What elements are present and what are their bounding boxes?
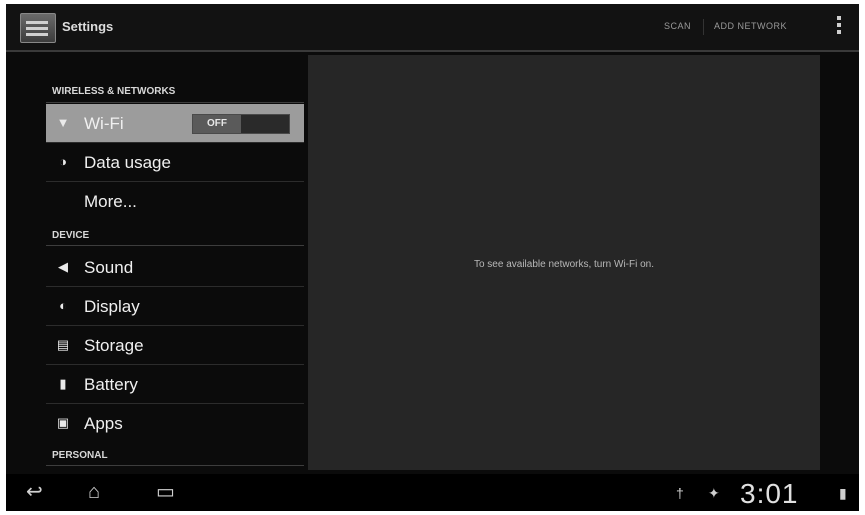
wifi-off-message: To see available networks, turn Wi-Fi on… xyxy=(473,259,655,270)
scan-button[interactable]: SCAN xyxy=(664,21,691,31)
settings-list: WIRELESS & NETWORKS ▼ Wi-Fi OFF ◑ Data u… xyxy=(6,52,308,470)
wifi-toggle-state: OFF xyxy=(193,115,241,133)
home-icon[interactable]: ⌂ xyxy=(88,482,100,502)
settings-item-label: Wi-Fi xyxy=(84,114,124,133)
settings-item-wifi[interactable]: ▼ Wi-Fi OFF xyxy=(46,104,304,142)
tablet-screen: Settings SCAN ADD NETWORK WIRELESS & NET… xyxy=(6,4,859,511)
wifi-detail-pane: To see available networks, turn Wi-Fi on… xyxy=(308,55,820,470)
display-icon: ◐ xyxy=(59,298,67,313)
settings-item-more[interactable]: More... xyxy=(46,182,304,220)
section-divider xyxy=(46,245,304,246)
storage-icon: ▤ xyxy=(56,337,70,352)
speaker-icon: ◀ xyxy=(58,259,68,274)
recent-apps-icon[interactable]: ▭ xyxy=(156,482,175,502)
settings-item-label: Data usage xyxy=(84,153,171,172)
settings-item-label: Sound xyxy=(84,258,134,277)
settings-app-icon[interactable] xyxy=(20,13,56,43)
section-divider xyxy=(46,465,304,466)
wifi-toggle[interactable]: OFF xyxy=(192,114,290,134)
section-header-device: DEVICE xyxy=(52,230,90,241)
battery-icon: ▮ xyxy=(59,376,67,391)
section-header-personal: PERSONAL xyxy=(52,450,108,461)
settings-item-label: Storage xyxy=(84,336,144,355)
settings-item-label: Apps xyxy=(84,414,123,433)
app-title: Settings xyxy=(62,19,114,34)
wifi-icon: ▼ xyxy=(56,115,70,130)
battery-status-icon: ▮ xyxy=(839,485,847,501)
section-divider xyxy=(46,102,304,103)
action-separator xyxy=(703,19,704,35)
settings-item-label: More... xyxy=(84,192,137,211)
settings-item-label: Battery xyxy=(84,375,138,394)
navigation-bar: ↩ ⌂ ▭ † ✦ 3:01 ▮ xyxy=(6,474,859,511)
debug-icon: ✦ xyxy=(708,485,720,501)
apps-icon: ▣ xyxy=(56,415,70,430)
settings-item-storage[interactable]: ▤ Storage xyxy=(46,326,304,364)
action-bar: Settings SCAN ADD NETWORK xyxy=(6,4,859,52)
data-usage-icon: ◑ xyxy=(59,154,67,169)
add-network-button[interactable]: ADD NETWORK xyxy=(714,21,787,31)
usb-icon: † xyxy=(676,485,684,501)
settings-item-display[interactable]: ◐ Display xyxy=(46,287,304,325)
settings-item-battery[interactable]: ▮ Battery xyxy=(46,365,304,403)
settings-item-label: Display xyxy=(84,297,140,316)
overflow-menu-icon[interactable] xyxy=(836,16,842,38)
settings-item-sound[interactable]: ◀ Sound xyxy=(46,248,304,286)
status-clock: 3:01 xyxy=(740,478,799,509)
settings-item-apps[interactable]: ▣ Apps xyxy=(46,404,304,442)
back-icon[interactable]: ↩ xyxy=(26,482,43,502)
section-header-wireless: WIRELESS & NETWORKS xyxy=(52,86,176,97)
settings-item-data-usage[interactable]: ◑ Data usage xyxy=(46,143,304,181)
